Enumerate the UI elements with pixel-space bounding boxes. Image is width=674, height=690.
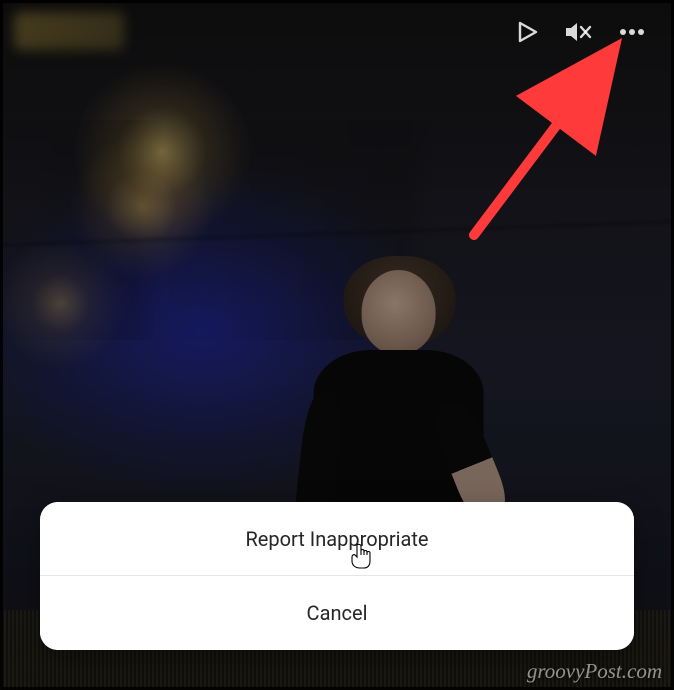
report-inappropriate-button[interactable]: Report Inappropriate — [40, 502, 634, 576]
more-options-button[interactable] — [618, 20, 646, 44]
video-top-controls — [514, 20, 646, 44]
action-sheet: Report Inappropriate Cancel — [40, 502, 634, 650]
watermark-text: groovyPost.com — [527, 659, 662, 684]
cancel-button[interactable]: Cancel — [40, 576, 634, 650]
play-button[interactable] — [514, 20, 538, 44]
cancel-label: Cancel — [307, 601, 368, 625]
username-tag-blurred — [14, 12, 124, 50]
report-label: Report Inappropriate — [245, 527, 428, 551]
more-options-icon — [618, 20, 646, 44]
mute-button[interactable] — [564, 20, 592, 44]
play-icon — [514, 20, 538, 44]
muted-icon — [564, 20, 592, 44]
